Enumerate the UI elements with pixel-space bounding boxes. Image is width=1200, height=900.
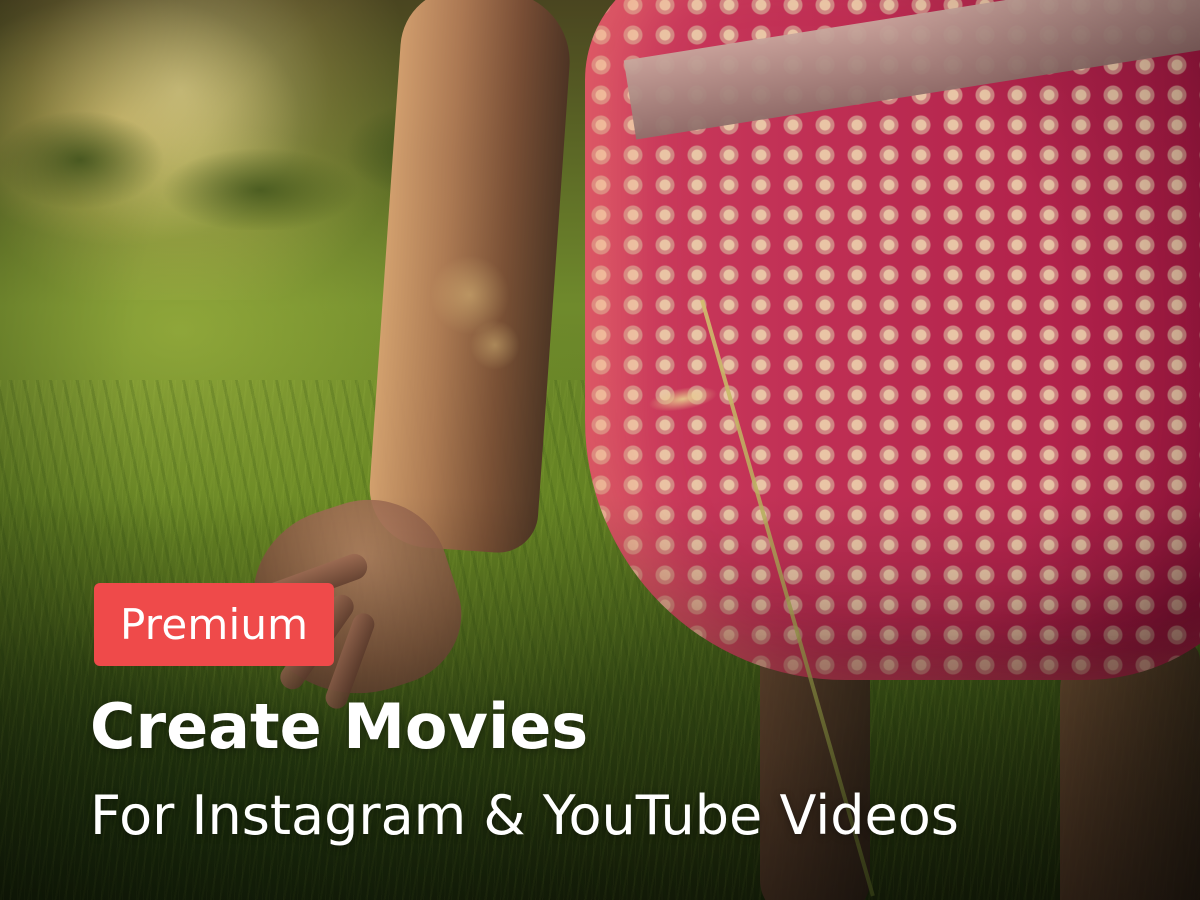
promo-banner[interactable]: Premium Create Movies For Instagram & Yo… bbox=[0, 0, 1200, 900]
premium-badge-label: Premium bbox=[120, 600, 309, 649]
premium-badge: Premium bbox=[94, 583, 335, 666]
promo-title: Create Movies bbox=[90, 690, 589, 763]
image-vignette bbox=[0, 0, 1200, 900]
promo-subtitle: For Instagram & YouTube Videos bbox=[90, 784, 959, 847]
